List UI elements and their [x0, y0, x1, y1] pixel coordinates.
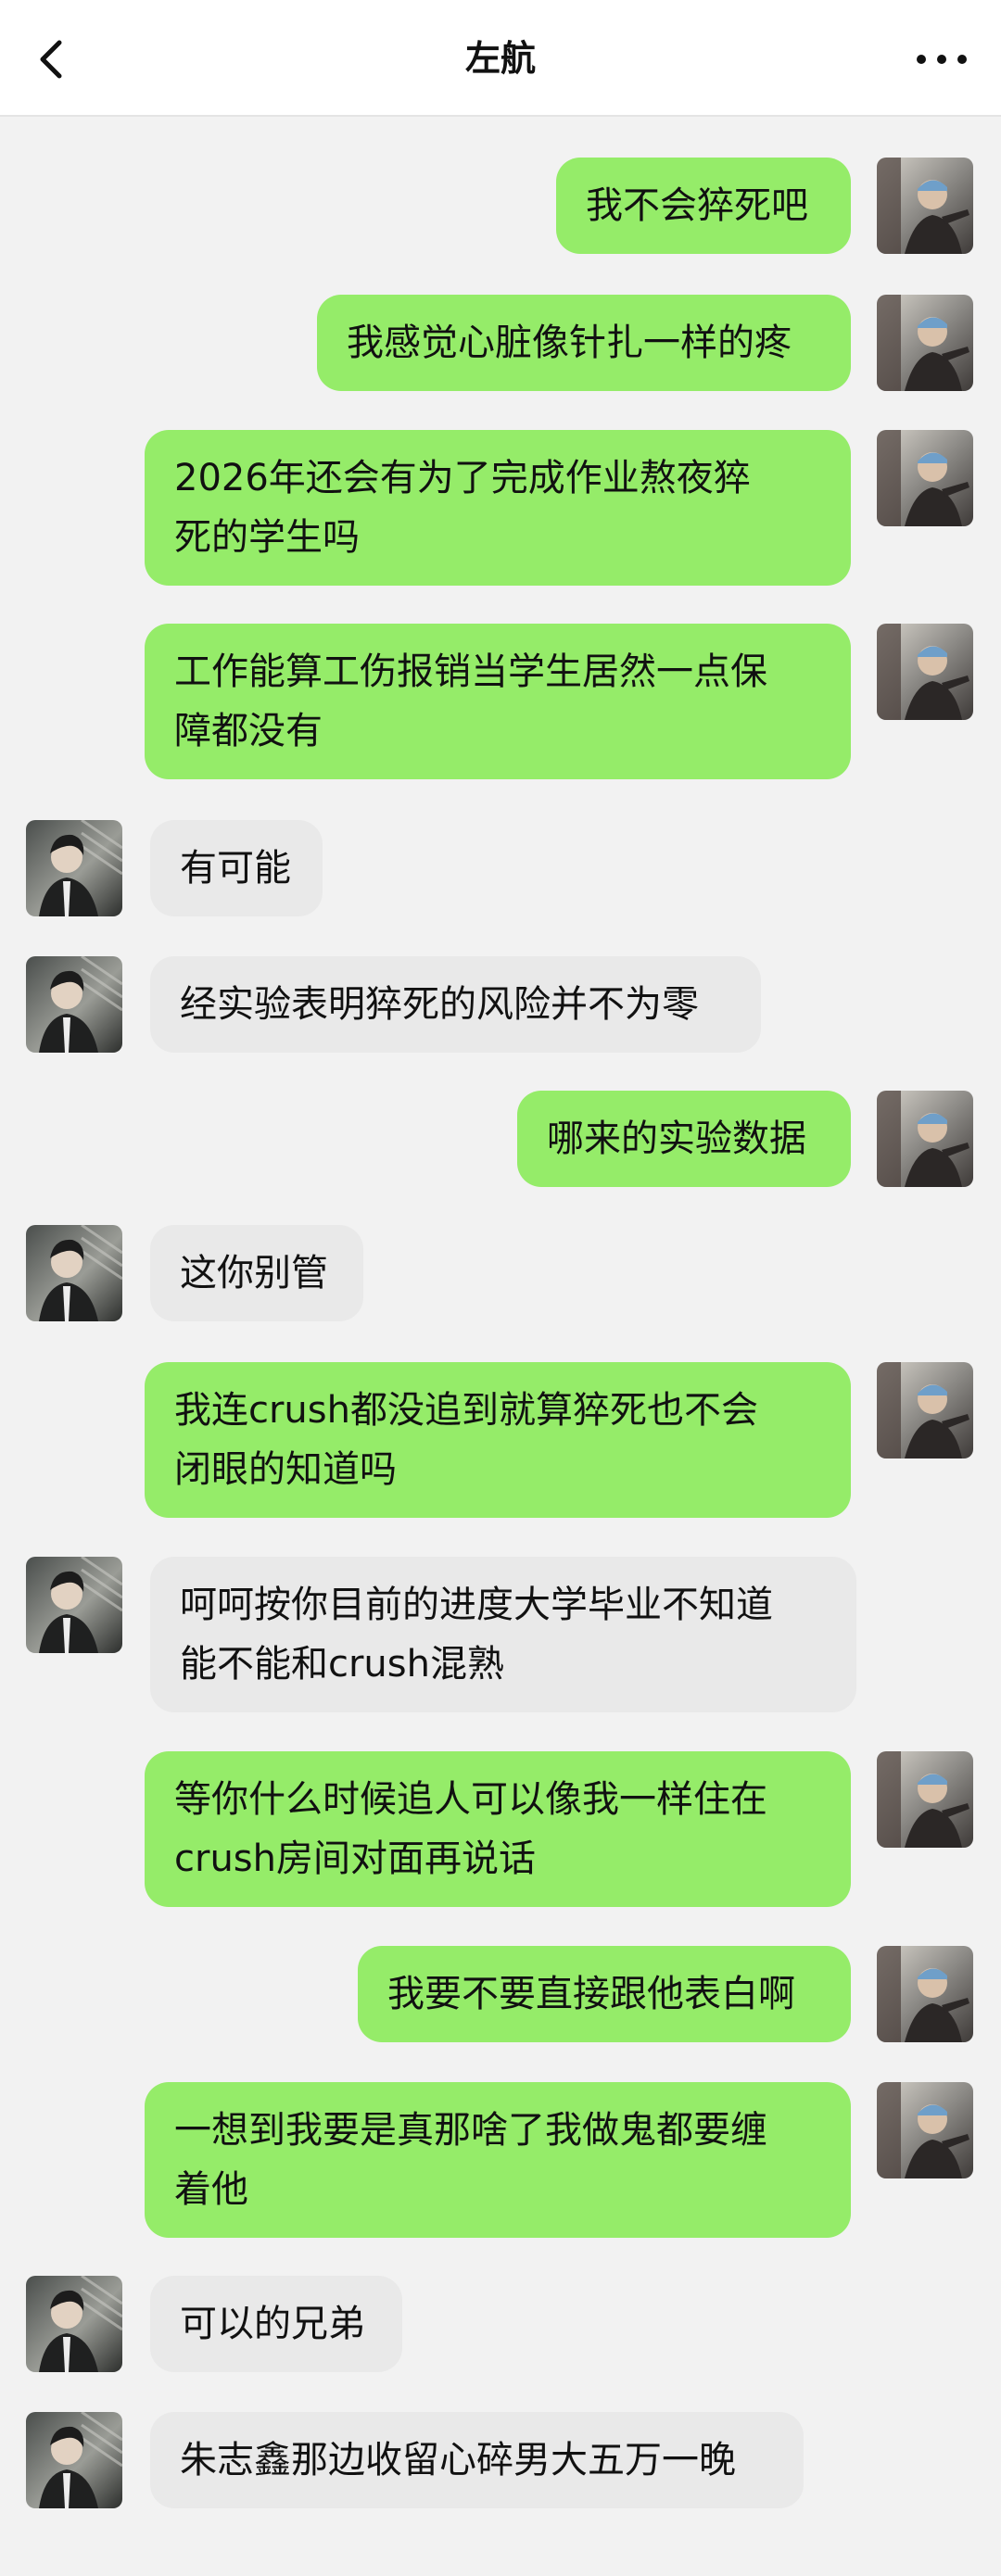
- received-message: 有可能: [0, 820, 1001, 916]
- contact-avatar[interactable]: [26, 1225, 122, 1321]
- message-bubble[interactable]: 我要不要直接跟他表白啊: [358, 1946, 851, 2042]
- sent-message: 我不会猝死吧: [0, 158, 1001, 254]
- avatar-image: [26, 2412, 122, 2508]
- chat-title: 左航: [464, 38, 536, 79]
- message-bubble[interactable]: 呵呵按你目前的进度大学毕业不知道 能不能和crush混熟: [150, 1557, 856, 1712]
- my-avatar[interactable]: [877, 624, 973, 720]
- message-bubble[interactable]: 等你什么时候追人可以像我一样住在 crush房间对面再说话: [145, 1751, 851, 1907]
- message-bubble[interactable]: 哪来的实验数据: [517, 1091, 851, 1187]
- avatar-image: [26, 820, 122, 916]
- my-avatar[interactable]: [877, 2082, 973, 2178]
- message-bubble[interactable]: 可以的兄弟: [150, 2276, 402, 2372]
- avatar-image: [877, 1751, 973, 1848]
- more-button[interactable]: [908, 41, 975, 78]
- my-avatar[interactable]: [877, 158, 973, 254]
- avatar-image: [26, 1225, 122, 1321]
- received-message: 经实验表明猝死的风险并不为零: [0, 956, 1001, 1053]
- contact-avatar[interactable]: [26, 2412, 122, 2508]
- my-avatar[interactable]: [877, 1091, 973, 1187]
- avatar-image: [877, 430, 973, 526]
- my-avatar[interactable]: [877, 1362, 973, 1458]
- message-bubble[interactable]: 朱志鑫那边收留心碎男大五万一晚: [150, 2412, 804, 2508]
- received-message: 可以的兄弟: [0, 2276, 1001, 2372]
- contact-avatar[interactable]: [26, 1557, 122, 1653]
- message-bubble[interactable]: 工作能算工伤报销当学生居然一点保 障都没有: [145, 624, 851, 779]
- avatar-image: [26, 956, 122, 1053]
- sent-message: 一想到我要是真那啥了我做鬼都要缠 着他: [0, 2082, 1001, 2238]
- avatar-image: [877, 1362, 973, 1458]
- sent-message: 我感觉心脏像针扎一样的疼: [0, 295, 1001, 391]
- message-bubble[interactable]: 我不会猝死吧: [556, 158, 851, 254]
- message-bubble[interactable]: 一想到我要是真那啥了我做鬼都要缠 着他: [145, 2082, 851, 2238]
- message-bubble[interactable]: 我感觉心脏像针扎一样的疼: [317, 295, 851, 391]
- message-bubble[interactable]: 我连crush都没追到就算猝死也不会 闭眼的知道吗: [145, 1362, 851, 1518]
- more-horizontal-icon: [917, 55, 967, 64]
- chat-header: 左航: [0, 0, 1001, 117]
- avatar-image: [877, 1091, 973, 1187]
- received-message: 这你别管: [0, 1225, 1001, 1321]
- message-bubble[interactable]: 有可能: [150, 820, 323, 916]
- avatar-image: [877, 2082, 973, 2178]
- sent-message: 等你什么时候追人可以像我一样住在 crush房间对面再说话: [0, 1751, 1001, 1907]
- avatar-image: [26, 2276, 122, 2372]
- contact-avatar[interactable]: [26, 820, 122, 916]
- my-avatar[interactable]: [877, 295, 973, 391]
- received-message: 朱志鑫那边收留心碎男大五万一晚: [0, 2412, 1001, 2508]
- contact-avatar[interactable]: [26, 956, 122, 1053]
- my-avatar[interactable]: [877, 1751, 973, 1848]
- message-bubble[interactable]: 2026年还会有为了完成作业熬夜猝 死的学生吗: [145, 430, 851, 586]
- message-bubble[interactable]: 经实验表明猝死的风险并不为零: [150, 956, 761, 1053]
- avatar-image: [877, 158, 973, 254]
- my-avatar[interactable]: [877, 1946, 973, 2042]
- avatar-image: [877, 295, 973, 391]
- avatar-image: [877, 624, 973, 720]
- sent-message: 2026年还会有为了完成作业熬夜猝 死的学生吗: [0, 430, 1001, 586]
- my-avatar[interactable]: [877, 430, 973, 526]
- contact-avatar[interactable]: [26, 2276, 122, 2372]
- sent-message: 我连crush都没追到就算猝死也不会 闭眼的知道吗: [0, 1362, 1001, 1518]
- received-message: 呵呵按你目前的进度大学毕业不知道 能不能和crush混熟: [0, 1557, 1001, 1712]
- avatar-image: [877, 1946, 973, 2042]
- avatar-image: [26, 1557, 122, 1653]
- sent-message: 工作能算工伤报销当学生居然一点保 障都没有: [0, 624, 1001, 779]
- message-bubble[interactable]: 这你别管: [150, 1225, 363, 1321]
- sent-message: 我要不要直接跟他表白啊: [0, 1946, 1001, 2042]
- sent-message: 哪来的实验数据: [0, 1091, 1001, 1187]
